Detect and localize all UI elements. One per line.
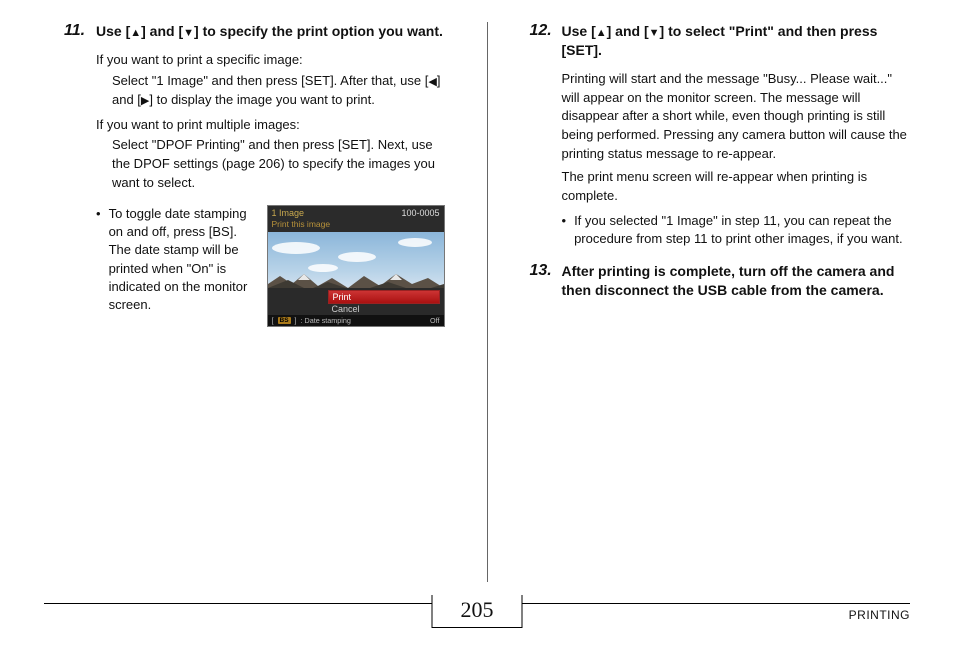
text: Select "1 Image" and then press [SET]. A…: [112, 73, 428, 88]
manual-page: 11. Use [▲] and [▼] to specify the print…: [0, 0, 954, 646]
text: Use [: [562, 23, 596, 39]
step-11-body2a: Select "DPOF Printing" and then press [S…: [112, 136, 445, 193]
lcd-top-right: 100-0005: [401, 208, 439, 218]
step-13: 13. After printing is complete, turn off…: [530, 262, 911, 300]
lcd-bottombar: [ BS ] : Date stamping Off: [268, 315, 444, 326]
step-12-body2: The print menu screen will re-appear whe…: [562, 168, 911, 206]
text: ] to display the image you want to print…: [149, 92, 374, 107]
lcd-menu-print: Print: [328, 290, 440, 304]
text: ] and [: [141, 23, 183, 39]
camera-lcd-preview: 1 Image Print this image 100-0005: [267, 205, 445, 327]
cloud-icon: [272, 242, 320, 254]
lcd-bracket: ]: [295, 316, 297, 325]
step-11-bullet-text: To toggle date stamping on and off, pres…: [109, 205, 259, 327]
step-12-title: Use [▲] and [▼] to select "Print" and th…: [562, 22, 911, 60]
right-column: 12. Use [▲] and [▼] to select "Print" an…: [530, 22, 911, 582]
lcd-datestamp-label: : Date stamping: [301, 316, 351, 325]
lcd-top-left-line2: Print this image: [272, 219, 440, 229]
cloud-icon: [338, 252, 376, 262]
up-triangle-icon: ▲: [130, 26, 141, 41]
lcd-menu: Print Cancel [ BS ] : Date stamping Off: [268, 288, 444, 326]
step-12-bullet-row: • If you selected "1 Image" in step 11, …: [562, 212, 911, 248]
two-column-layout: 11. Use [▲] and [▼] to specify the print…: [64, 22, 910, 582]
step-11: 11. Use [▲] and [▼] to specify the print…: [64, 22, 445, 41]
down-triangle-icon: ▼: [183, 26, 194, 41]
left-column: 11. Use [▲] and [▼] to specify the print…: [64, 22, 445, 582]
step-12: 12. Use [▲] and [▼] to select "Print" an…: [530, 22, 911, 60]
step-11-body1: If you want to print a specific image:: [96, 51, 445, 70]
step-11-body2: If you want to print multiple images:: [96, 116, 445, 135]
text: ] to specify the print option you want.: [194, 23, 443, 39]
step-12-bullet-text: If you selected "1 Image" in step 11, yo…: [574, 212, 910, 248]
lcd-topbar: 1 Image Print this image 100-0005: [268, 206, 444, 232]
step-11-bullet-row: • To toggle date stamping on and off, pr…: [96, 205, 445, 327]
up-triangle-icon: ▲: [596, 26, 607, 41]
left-triangle-icon: ◀: [428, 75, 436, 91]
page-footer: 205 PRINTING: [44, 603, 910, 638]
lcd-bracket: [: [272, 316, 274, 325]
step-13-title: After printing is complete, turn off the…: [562, 262, 911, 300]
column-divider: [487, 22, 488, 582]
step-number: 13.: [530, 262, 554, 300]
step-11-title: Use [▲] and [▼] to specify the print opt…: [96, 22, 445, 41]
step-number: 12.: [530, 22, 554, 60]
bullet-icon: •: [562, 212, 567, 248]
footer-row: 205 PRINTING: [44, 608, 910, 638]
step-content: Use [▲] and [▼] to specify the print opt…: [96, 22, 445, 41]
step-content: Use [▲] and [▼] to select "Print" and th…: [562, 22, 911, 60]
section-name: PRINTING: [849, 608, 910, 622]
step-12-body1: Printing will start and the message "Bus…: [562, 70, 911, 164]
text: Use [: [96, 23, 130, 39]
lcd-datestamp-value: Off: [430, 316, 439, 325]
lcd-menu-cancel: Cancel: [328, 303, 440, 315]
step-11-body1a: Select "1 Image" and then press [SET]. A…: [112, 72, 445, 110]
text: ] and [: [607, 23, 649, 39]
step-number: 11.: [64, 22, 88, 41]
bullet-icon: •: [96, 205, 101, 327]
down-triangle-icon: ▼: [649, 26, 660, 41]
page-number: 205: [432, 595, 523, 628]
lcd-bs-badge: BS: [278, 317, 291, 324]
cloud-icon: [398, 238, 432, 247]
